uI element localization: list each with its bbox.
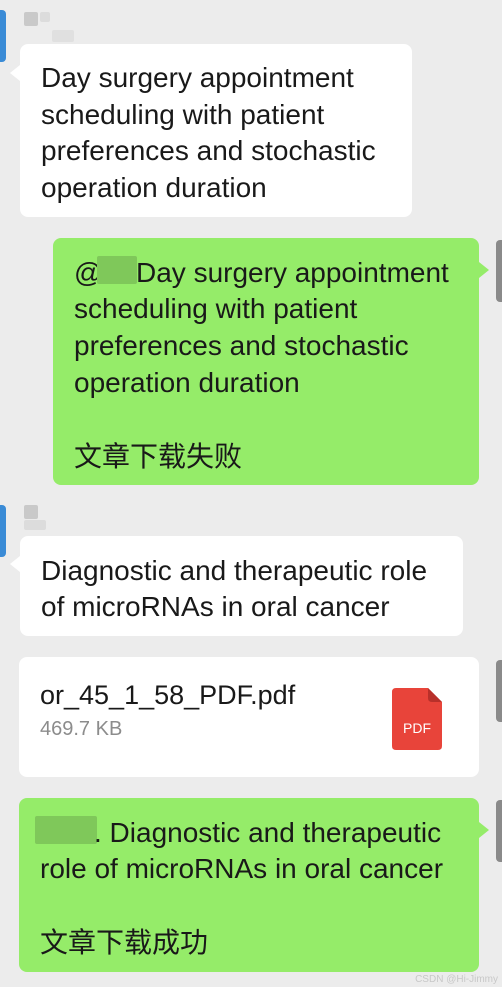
download-status-text: 文章下载成功 — [40, 927, 209, 958]
sender-avatar[interactable] — [0, 10, 6, 62]
message-text-line: of microRNAs in oral cancer — [41, 591, 390, 622]
message-text-line: Day surgery appointment — [41, 62, 354, 93]
sender-name-pixelated — [52, 30, 74, 42]
self-avatar[interactable] — [496, 800, 502, 862]
message-text-line: scheduling with patient — [74, 293, 358, 324]
message-text-line: operation duration — [41, 172, 267, 203]
bubble-tail — [479, 262, 489, 278]
bubble-tail — [10, 556, 20, 572]
sender-name-pixelated — [40, 12, 50, 22]
watermark: CSDN @Hi-Jimmy — [415, 974, 498, 985]
message-text-line: role of microRNAs in oral cancer — [40, 853, 444, 884]
message-text-line: preferences and stochastic — [41, 135, 376, 166]
bubble-tail — [10, 65, 20, 81]
message-text-line: preferences and stochastic — [74, 330, 409, 361]
download-status-text: 文章下载失败 — [74, 441, 243, 472]
self-avatar[interactable] — [496, 240, 502, 302]
pdf-file-icon: PDF — [392, 688, 442, 750]
mention-name-pixelated — [97, 256, 137, 284]
message-text-line: Day surgery appointment — [136, 257, 449, 288]
message-text-line: operation duration — [74, 367, 300, 398]
message-text-line: . Diagnostic and therapeutic — [94, 817, 442, 848]
message-text-line: Diagnostic and therapeutic role — [41, 555, 428, 586]
self-avatar[interactable] — [496, 660, 502, 722]
sender-name-pixelated — [24, 12, 38, 26]
pdf-icon-label: PDF — [403, 720, 431, 736]
message-text-line: scheduling with patient — [41, 99, 325, 130]
mention-name-pixelated — [35, 816, 97, 844]
sender-name-pixelated — [24, 520, 46, 530]
file-name: or_45_1_58_PDF.pdf — [40, 680, 296, 710]
sender-avatar[interactable] — [0, 505, 6, 557]
sender-name-pixelated — [24, 505, 38, 519]
file-size: 469.7 KB — [40, 718, 123, 740]
bubble-tail — [479, 822, 489, 838]
